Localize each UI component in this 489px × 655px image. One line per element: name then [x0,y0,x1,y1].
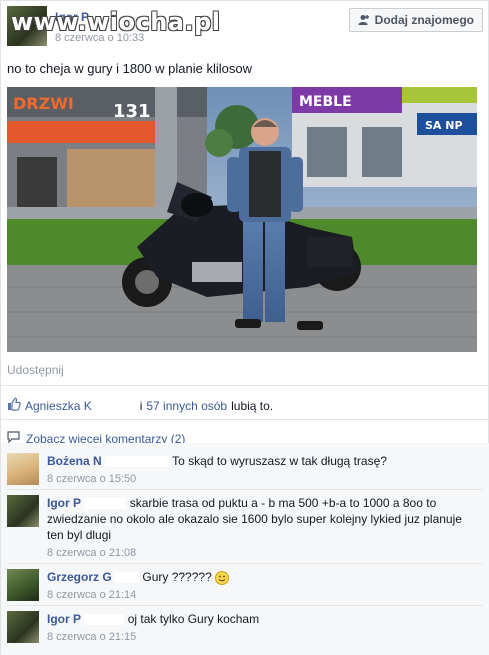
comment-timestamp[interactable]: 8 czerwca o 21:14 [47,587,477,603]
comment-timestamp[interactable]: 8 czerwca o 21:15 [47,629,477,645]
post-photo[interactable]: DRZWI 131 MEBLE SA NP [7,87,477,352]
add-friend-label: Dodaj znajomego [374,13,474,27]
commenter-avatar[interactable] [7,453,39,485]
commenter-avatar[interactable] [7,569,39,601]
photo-sign-meble: MEBLE [299,94,352,110]
watermark-logo: www.wiocha.pl [11,8,221,36]
photo-sign-number: 131 [113,101,151,122]
smile-emoji-icon [215,570,230,585]
likes-conjunction: i [139,398,143,413]
commenter-name[interactable]: Igor P [47,612,81,626]
divider [7,605,483,606]
commenter-avatar[interactable] [7,611,39,643]
add-friend-icon [358,14,370,26]
commenter-name[interactable]: Igor P [47,496,81,510]
share-link[interactable]: Udostępnij [7,363,64,377]
divider [7,489,483,490]
redaction [95,400,136,411]
redaction [84,614,125,626]
divider [1,385,489,386]
commenter-name[interactable]: Bożena N [47,454,102,468]
redaction [105,456,170,468]
commenter-avatar[interactable] [7,495,39,527]
comment-text: Gury ?????? [142,570,212,584]
like-thumb-icon [7,397,21,414]
likes-suffix: lubią to. [231,398,274,413]
redaction [115,572,140,584]
add-friend-button[interactable]: Dodaj znajomego [348,8,483,32]
photo-sign-right: SA NP [425,119,463,132]
post-header: Igor P 8 czerwca o 10:33 www.wiocha.pl D… [7,6,483,50]
facebook-post: Igor P 8 czerwca o 10:33 www.wiocha.pl D… [0,0,489,655]
post-text: no to cheja w gury i 1800 w planie klilo… [7,61,252,76]
liker-name[interactable]: Agnieszka K [25,399,92,413]
redaction [84,498,127,510]
comment-timestamp[interactable]: 8 czerwca o 15:50 [47,471,477,487]
comment-text: To skąd to wyruszasz w tak długą trasę? [172,454,387,468]
comment-timestamp[interactable]: 8 czerwca o 21:08 [47,545,477,561]
divider [7,563,483,564]
other-likers-link[interactable]: 57 innych osób [146,399,227,413]
comment-text: oj tak tylko Gury kocham [127,612,260,626]
divider [1,419,489,420]
photo-sign-left: DRZWI [13,94,74,113]
likes-summary: Agnieszka K i 57 innych osób lubią to. [7,397,483,414]
commenter-name[interactable]: Grzegorz G [47,570,112,584]
